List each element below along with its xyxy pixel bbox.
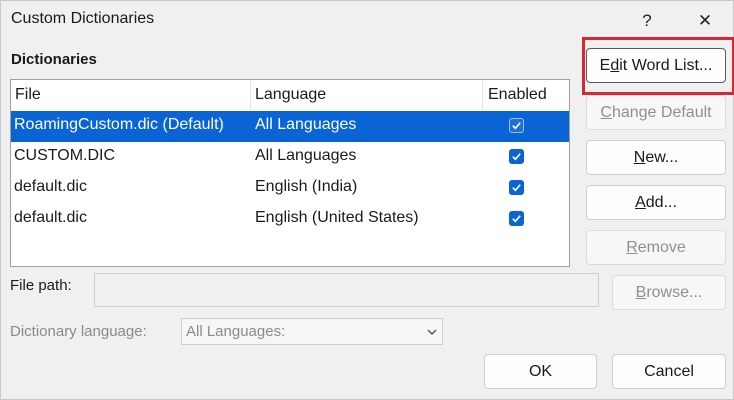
column-header-file[interactable]: File (11, 80, 251, 110)
new-button[interactable]: New... (586, 140, 726, 175)
help-button[interactable]: ? (627, 7, 667, 35)
list-header: File Language Enabled (11, 80, 569, 110)
window-title: Custom Dictionaries (11, 10, 155, 27)
custom-dictionaries-dialog: Custom Dictionaries ? ✕ Dictionaries Fil… (0, 0, 734, 400)
check-icon (512, 184, 521, 192)
edit-word-list-label: Edit Word List... (599, 56, 713, 74)
dictionaries-list[interactable]: File Language Enabled RoamingCustom.dic … (10, 79, 570, 267)
new-label: New... (633, 148, 679, 166)
row-language: English (United States) (255, 209, 419, 226)
enabled-checkbox[interactable] (509, 180, 524, 195)
browse-button[interactable]: Browse... (612, 275, 726, 310)
check-icon (512, 122, 521, 130)
remove-button[interactable]: Remove (586, 230, 726, 265)
list-row[interactable]: default.dic English (India) (11, 173, 569, 204)
row-language: English (India) (255, 178, 358, 195)
row-file: default.dic (14, 209, 87, 226)
dictionary-language-label: Dictionary language: (10, 323, 147, 340)
edit-word-list-button[interactable]: Edit Word List... (586, 48, 726, 83)
column-header-language[interactable]: Language (251, 80, 483, 110)
list-row[interactable]: CUSTOM.DIC All Languages (11, 142, 569, 173)
row-file: RoamingCustom.dic (Default) (14, 116, 224, 133)
check-icon (512, 215, 521, 223)
enabled-checkbox[interactable] (509, 211, 524, 226)
file-path-label: File path: (10, 277, 72, 294)
enabled-checkbox[interactable] (509, 149, 524, 164)
ok-button[interactable]: OK (484, 354, 597, 389)
list-row[interactable]: default.dic English (United States) (11, 204, 569, 235)
check-icon (512, 153, 521, 161)
list-row[interactable]: RoamingCustom.dic (Default) All Language… (11, 111, 569, 142)
close-button[interactable]: ✕ (685, 7, 725, 35)
dictionary-language-value: All Languages: (186, 323, 286, 340)
row-language: All Languages (255, 116, 357, 133)
browse-label: Browse... (635, 283, 703, 301)
change-default-label: Change Default (600, 103, 712, 121)
chevron-down-icon (427, 329, 437, 335)
change-default-button[interactable]: Change Default (586, 95, 726, 130)
cancel-button[interactable]: Cancel (612, 354, 726, 389)
add-button[interactable]: Add... (586, 185, 726, 220)
enabled-checkbox[interactable] (509, 118, 524, 133)
file-path-field[interactable] (94, 273, 599, 307)
dictionaries-group-label: Dictionaries (11, 51, 97, 68)
column-header-enabled[interactable]: Enabled (483, 80, 569, 110)
row-file: CUSTOM.DIC (14, 147, 116, 164)
row-language: All Languages (255, 147, 357, 164)
add-label: Add... (635, 193, 677, 211)
title-bar: Custom Dictionaries ? ✕ (1, 1, 733, 41)
dictionary-language-select[interactable]: All Languages: (181, 318, 443, 345)
row-file: default.dic (14, 178, 87, 195)
remove-label: Remove (626, 238, 686, 256)
